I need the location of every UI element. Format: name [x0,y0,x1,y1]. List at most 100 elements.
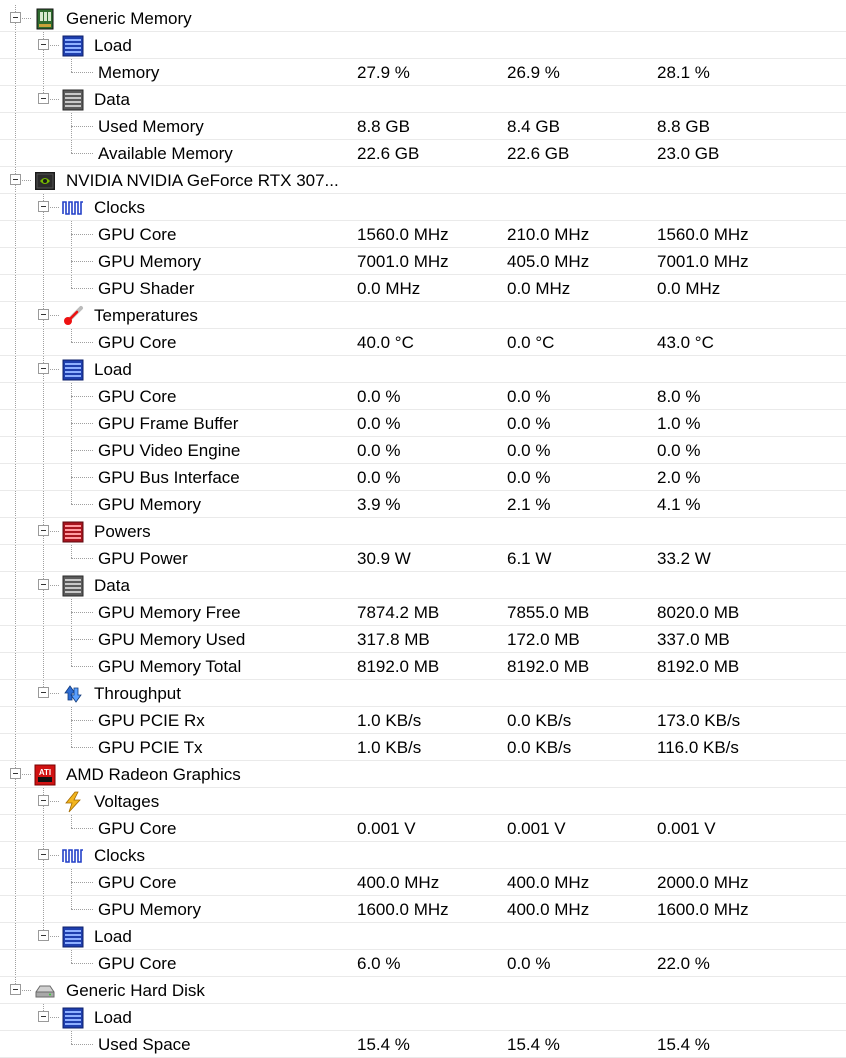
tree-line [15,32,16,59]
collapse-toggle[interactable] [38,363,49,374]
sensor-row[interactable]: GPU PCIE Rx 1.0 KB/s 0.0 KB/s 173.0 KB/s [0,707,846,734]
sensor-row[interactable]: GPU Core 1560.0 MHz 210.0 MHz 1560.0 MHz [0,221,846,248]
tree-line [15,464,16,491]
sensor-row[interactable]: GPU Memory 3.9 % 2.1 % 4.1 % [0,491,846,518]
tree-line [15,707,16,734]
sensor-row[interactable]: Used Memory 8.8 GB 8.4 GB 8.8 GB [0,113,846,140]
tree-line [71,126,93,127]
tree-line [71,882,93,883]
sensor-row[interactable]: GPU PCIE Tx 1.0 KB/s 0.0 KB/s 116.0 KB/s [0,734,846,761]
group-label: Clocks [94,198,146,217]
sensor-label: GPU Shader [98,279,195,298]
collapse-toggle[interactable] [38,93,49,104]
sensor-group[interactable]: Data [0,86,846,113]
tree-line [71,261,93,262]
value-cell: 7874.2 MB [357,603,440,622]
tree-line [15,518,16,545]
collapse-toggle[interactable] [38,579,49,590]
sensor-label: GPU Bus Interface [98,468,240,487]
max-cell: 8020.0 MB [657,603,740,622]
sensor-label: GPU Memory [98,495,201,514]
tree-line [15,815,16,842]
tree-line [15,59,16,86]
sensor-row[interactable]: GPU Core 0.0 % 0.0 % 8.0 % [0,383,846,410]
hardware-label: Generic Memory [66,9,192,28]
hard-disk-icon [34,980,56,1002]
sensor-tree: Generic Memory Load Memory 27.9 % 26.9 % 28.1… [0,5,846,1058]
nvidia-gpu-icon [34,170,56,192]
sensor-row[interactable]: GPU Bus Interface 0.0 % 0.0 % 2.0 % [0,464,846,491]
sensor-row[interactable]: GPU Memory Total 8192.0 MB 8192.0 MB 8192.0… [0,653,846,680]
tree-line [15,383,16,410]
collapse-toggle[interactable] [38,687,49,698]
tree-line [71,1044,93,1045]
tree-line [15,275,16,302]
sensor-row[interactable]: GPU Core 0.001 V 0.001 V 0.001 V [0,815,846,842]
sensor-row[interactable]: Memory 27.9 % 26.9 % 28.1 % [0,59,846,86]
tree-line [43,437,44,464]
sensor-row[interactable]: Available Memory 22.6 GB 22.6 GB 23.0 GB [0,140,846,167]
tree-line [71,639,93,640]
sensor-group[interactable]: Load [0,1004,846,1031]
max-cell: 4.1 % [657,495,701,514]
tree-line [71,612,93,613]
sensor-row[interactable]: GPU Shader 0.0 MHz 0.0 MHz 0.0 MHz [0,275,846,302]
collapse-toggle[interactable] [38,39,49,50]
value-cell: 30.9 W [357,549,411,568]
sensor-row[interactable]: GPU Core 40.0 °C 0.0 °C 43.0 °C [0,329,846,356]
tree-line [43,383,44,410]
sensor-label: GPU Core [98,954,177,973]
hardware-node[interactable]: ATI AMD Radeon Graphics [0,761,846,788]
collapse-toggle[interactable] [10,12,21,23]
collapse-toggle[interactable] [10,174,21,185]
tree-line [15,734,16,761]
sensor-group[interactable]: Load [0,32,846,59]
sensor-row[interactable]: GPU Memory 1600.0 MHz 400.0 MHz 1600.0 MHz [0,896,846,923]
collapse-toggle[interactable] [10,984,21,995]
collapse-toggle[interactable] [38,1011,49,1022]
tree-line [71,828,93,829]
collapse-toggle[interactable] [38,525,49,536]
sensor-row[interactable]: GPU Power 30.9 W 6.1 W 33.2 W [0,545,846,572]
sensor-group[interactable]: Load [0,923,846,950]
sensor-group[interactable]: Temperatures [0,302,846,329]
sensor-row[interactable]: Used Space 15.4 % 15.4 % 15.4 % [0,1031,846,1058]
sensor-row[interactable]: GPU Memory Used 317.8 MB 172.0 MB 337.0 MB [0,626,846,653]
collapse-toggle[interactable] [38,795,49,806]
sensor-label: GPU Frame Buffer [98,414,239,433]
hardware-node[interactable]: NVIDIA NVIDIA GeForce RTX 307... [0,167,846,194]
sensor-label: GPU Memory Free [98,603,241,622]
collapse-toggle[interactable] [10,768,21,779]
tree-line [15,221,16,248]
sensor-group[interactable]: Data [0,572,846,599]
sensor-row[interactable]: GPU Core 400.0 MHz 400.0 MHz 2000.0 MHz [0,869,846,896]
tree-line [15,680,16,707]
sensor-group[interactable]: Powers [0,518,846,545]
tree-line [71,423,93,424]
tree-line [43,329,44,356]
hardware-node[interactable]: Generic Memory [0,5,846,32]
sensor-group[interactable]: Clocks [0,842,846,869]
collapse-toggle[interactable] [38,930,49,941]
collapse-toggle[interactable] [38,309,49,320]
collapse-toggle[interactable] [38,849,49,860]
collapse-toggle[interactable] [38,201,49,212]
max-cell: 0.0 MHz [657,279,721,298]
tree-line [71,558,93,559]
max-cell: 8.8 GB [657,117,710,136]
sensor-group[interactable]: Load [0,356,846,383]
sensor-group[interactable]: Voltages [0,788,846,815]
sensor-label: GPU Core [98,225,177,244]
load-bars-icon [62,359,84,381]
sensor-row[interactable]: GPU Video Engine 0.0 % 0.0 % 0.0 % [0,437,846,464]
sensor-label: GPU Core [98,819,177,838]
value-cell: 8.8 GB [357,117,410,136]
sensor-group[interactable]: Throughput [0,680,846,707]
sensor-row[interactable]: GPU Core 6.0 % 0.0 % 22.0 % [0,950,846,977]
value-cell: 3.9 % [357,495,401,514]
sensor-group[interactable]: Clocks [0,194,846,221]
sensor-row[interactable]: GPU Memory Free 7874.2 MB 7855.0 MB 8020.0 … [0,599,846,626]
sensor-row[interactable]: GPU Frame Buffer 0.0 % 0.0 % 1.0 % [0,410,846,437]
hardware-node[interactable]: Generic Hard Disk [0,977,846,1004]
sensor-row[interactable]: GPU Memory 7001.0 MHz 405.0 MHz 7001.0 MHz [0,248,846,275]
